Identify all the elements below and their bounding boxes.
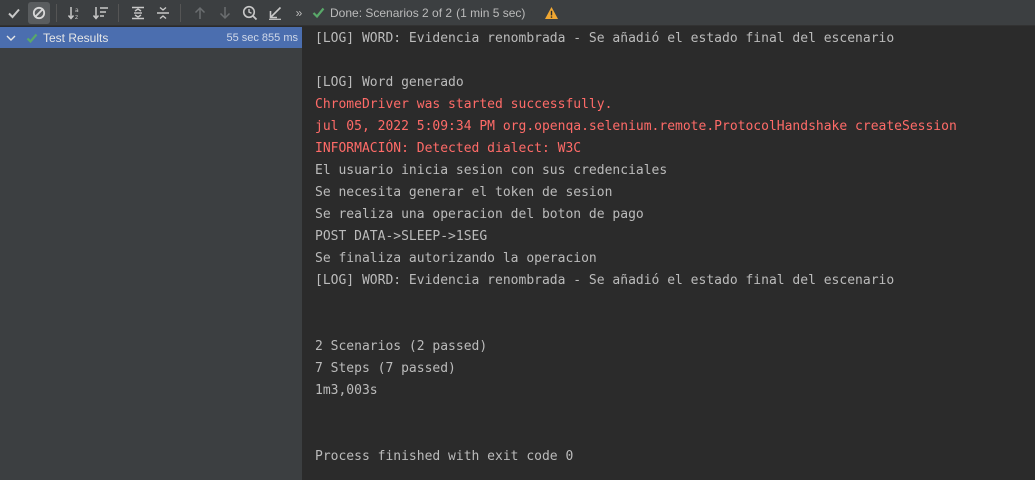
console-line: Se necesita generar el token de sesion	[315, 185, 613, 200]
tree-item-test-results[interactable]: Test Results 55 sec 855 ms	[0, 27, 302, 48]
toolbar-separator	[56, 3, 57, 22]
console-line: [LOG] WORD: Evidencia renombrada - Se añ…	[315, 31, 895, 46]
console-line: El usuario inicia sesion con sus credenc…	[315, 163, 668, 178]
import-tests-icon[interactable]	[264, 2, 286, 24]
svg-text:z: z	[75, 14, 78, 20]
sort-alphabetically-icon[interactable]: az	[65, 2, 87, 24]
console-line: jul 05, 2022 5:09:34 PM org.openqa.selen…	[315, 119, 957, 134]
console-line: ChromeDriver was started successfully.	[315, 97, 613, 112]
console-line: 7 Steps (7 passed)	[315, 361, 456, 376]
previous-failed-icon[interactable]	[189, 2, 211, 24]
console-line: Se realiza una operacion del boton de pa…	[315, 207, 644, 222]
svg-text:a: a	[75, 7, 79, 14]
console-line: Se finaliza autorizando la operacion	[315, 251, 597, 266]
status-duration: (1 min 5 sec)	[456, 5, 526, 20]
console-line: POST DATA->SLEEP->1SEG	[315, 229, 488, 244]
tree-item-duration: 55 sec 855 ms	[226, 31, 298, 44]
passed-check-icon	[26, 32, 38, 44]
console-lines: [LOG] WORD: Evidencia renombrada - Se añ…	[303, 27, 1035, 468]
more-actions-button[interactable]: »	[292, 2, 306, 24]
toolbar-separator	[118, 3, 119, 22]
passed-check-icon	[312, 6, 325, 19]
next-failed-icon[interactable]	[214, 2, 236, 24]
console-line: 2 Scenarios (2 passed)	[315, 339, 488, 354]
show-ignored-icon[interactable]	[28, 1, 50, 24]
toolbar-separator	[180, 3, 181, 22]
test-history-icon[interactable]	[239, 2, 261, 24]
console-output[interactable]: [LOG] WORD: Evidencia renombrada - Se añ…	[303, 27, 1035, 480]
test-runner-toolbar: az » Done: Scenarios 2 of 2 (1 min 5 sec…	[0, 0, 1035, 26]
collapse-all-icon[interactable]	[152, 2, 174, 24]
show-passed-icon[interactable]	[3, 2, 25, 24]
tree-item-label: Test Results	[43, 30, 109, 45]
console-line: INFORMACIÓN: Detected dialect: W3C	[315, 141, 582, 156]
expand-all-icon[interactable]	[127, 2, 149, 24]
console-line: [LOG] Word generado	[315, 75, 464, 90]
sort-by-duration-icon[interactable]	[90, 2, 112, 24]
status-text: Done: Scenarios 2 of 2	[330, 5, 453, 20]
console-line: Process finished with exit code 0	[315, 449, 574, 464]
console-line: [LOG] WORD: Evidencia renombrada - Se añ…	[315, 273, 895, 288]
chevron-down-icon[interactable]	[6, 34, 16, 42]
console-line: 1m3,003s	[315, 383, 378, 398]
run-status: Done: Scenarios 2 of 2 (1 min 5 sec)	[312, 6, 525, 20]
warning-icon[interactable]	[544, 6, 559, 20]
test-tree-panel: Test Results 55 sec 855 ms	[0, 27, 303, 480]
